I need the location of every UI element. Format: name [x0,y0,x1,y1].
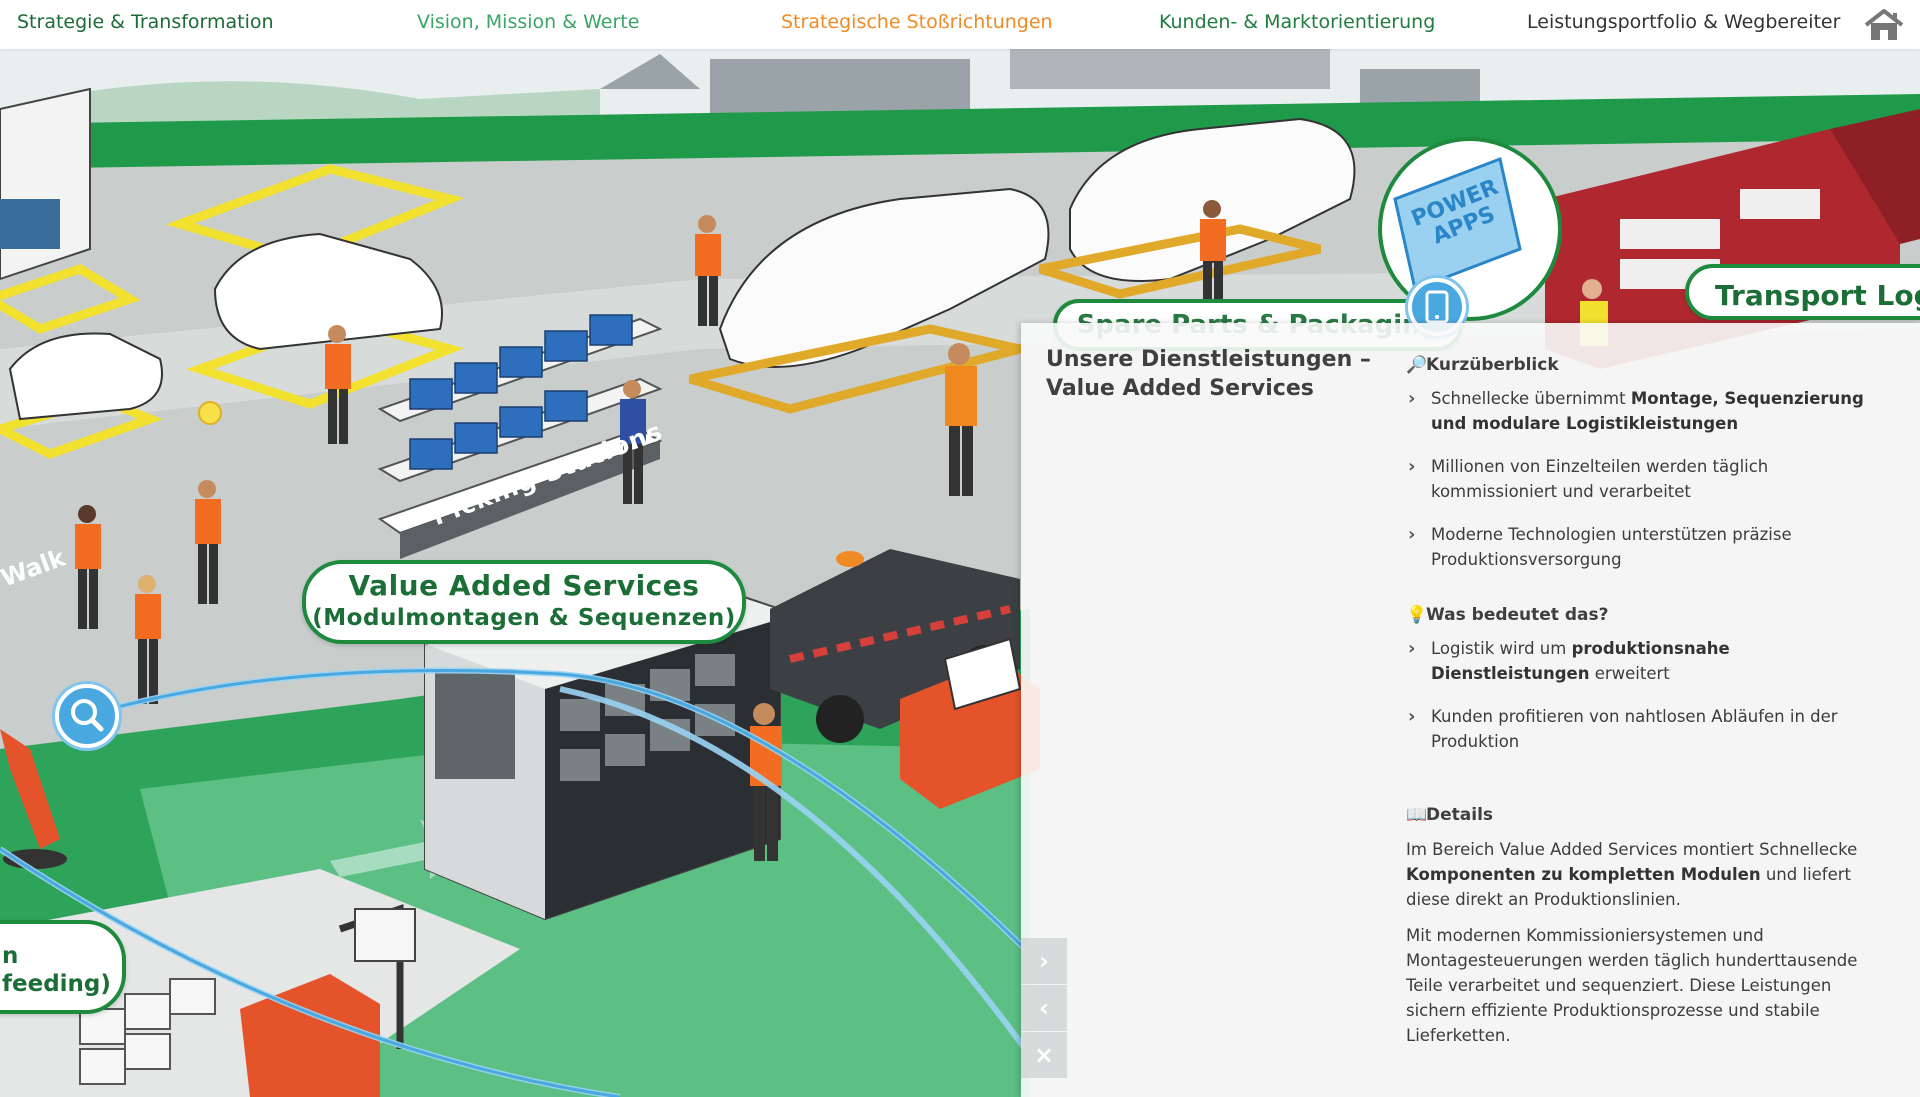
chevron-right-icon: › [1408,524,1416,545]
vas-label-title: Value Added Services [348,569,700,602]
chevron-right-icon: › [1408,638,1416,659]
details-heading-text: Details [1426,805,1494,825]
top-navigation: Strategie & Transformation Vision, Missi… [0,0,1920,49]
vas-label-subtitle: (Modulmontagen & Sequenzen) [312,605,736,631]
left-label-line1: n [2,943,19,969]
list-item: › Kunden profitieren von nahtlosen Abläuf… [1406,705,1886,754]
bullet-text: Millionen von Einzelteilen werden täglic… [1431,457,1769,501]
details-paragraph-2: Mit modernen Kommissioniersystemen und M… [1406,926,1858,1045]
meaning-heading: 💡Was bedeutet das? [1406,603,1886,627]
meaning-list: › Logistik wird um produktionsnahe Dienst… [1406,637,1886,754]
panel-title: Unsere Dienstleistungen – Value Added Se… [1046,347,1371,401]
bullet-text: Kunden profitieren von nahtlosen Abläufe… [1431,707,1838,751]
chevron-left-icon[interactable]: ‹ [1021,985,1067,1031]
inbound-feeding-hotspot[interactable]: n feeding) [0,920,126,1014]
book-icon: 📖 [1406,805,1428,825]
value-added-services-hotspot[interactable]: Value Added Services (Modulmontagen & Se… [302,560,746,644]
list-item: › Schnellecke übernimmt Montage, Sequenzi… [1406,387,1886,436]
details-bold: Komponenten zu kompletten Modulen [1406,865,1761,884]
chevron-right-icon: › [1408,388,1416,409]
details-text: Im Bereich Value Added Services montiert… [1406,840,1858,859]
nav-item-strategie[interactable]: Strategie & Transformation [17,10,274,34]
nav-item-stossrichtungen[interactable]: Strategische Stoßrichtungen [781,10,1053,34]
chevron-right-icon: › [1408,456,1416,477]
bullet-text: Logistik wird um [1431,639,1572,658]
nav-item-vision[interactable]: Vision, Mission & Werte [417,10,639,34]
panel-content: 🔎Kurzüberblick › Schnellecke übernimmt Mo… [1406,353,1886,1059]
left-label-line2: feeding) [2,971,111,997]
close-icon[interactable]: × [1021,1032,1067,1078]
home-icon[interactable] [1862,8,1906,42]
list-item: › Logistik wird um produktionsnahe Dienst… [1406,637,1886,686]
bullet-text: Moderne Technologien unterstützen präzis… [1431,525,1792,569]
details-heading: 📖Details [1406,803,1886,827]
overview-heading-text: Kurzüberblick [1426,355,1559,375]
lightbulb-icon: 💡 [1406,605,1428,625]
transport-logistics-hotspot[interactable]: Transport Logi [1685,264,1920,320]
overview-list: › Schnellecke übernimmt Montage, Sequenzi… [1406,387,1886,572]
nav-item-kunden[interactable]: Kunden- & Marktorientierung [1159,10,1435,34]
bullet-text-end: erweitert [1589,663,1670,683]
list-item: › Millionen von Einzelteilen werden tägli… [1406,455,1886,504]
service-info-panel: Unsere Dienstleistungen – Value Added Se… [1021,323,1920,1097]
nav-item-leistungsportfolio[interactable]: Leistungsportfolio & Wegbereiter [1527,10,1840,34]
chevron-right-icon[interactable]: › [1021,938,1067,984]
overview-heading: 🔎Kurzüberblick [1406,353,1886,377]
magnifier-icon: 🔎 [1406,355,1428,375]
meaning-heading-text: Was bedeutet das? [1426,605,1609,625]
chevron-right-icon: › [1408,706,1416,727]
magnifier-icon[interactable] [55,684,119,748]
details-paragraph-1: Im Bereich Value Added Services montiert… [1406,837,1886,912]
list-item: › Moderne Technologien unterstützen präzi… [1406,523,1886,572]
bullet-text: Schnellecke übernimmt [1431,389,1631,408]
